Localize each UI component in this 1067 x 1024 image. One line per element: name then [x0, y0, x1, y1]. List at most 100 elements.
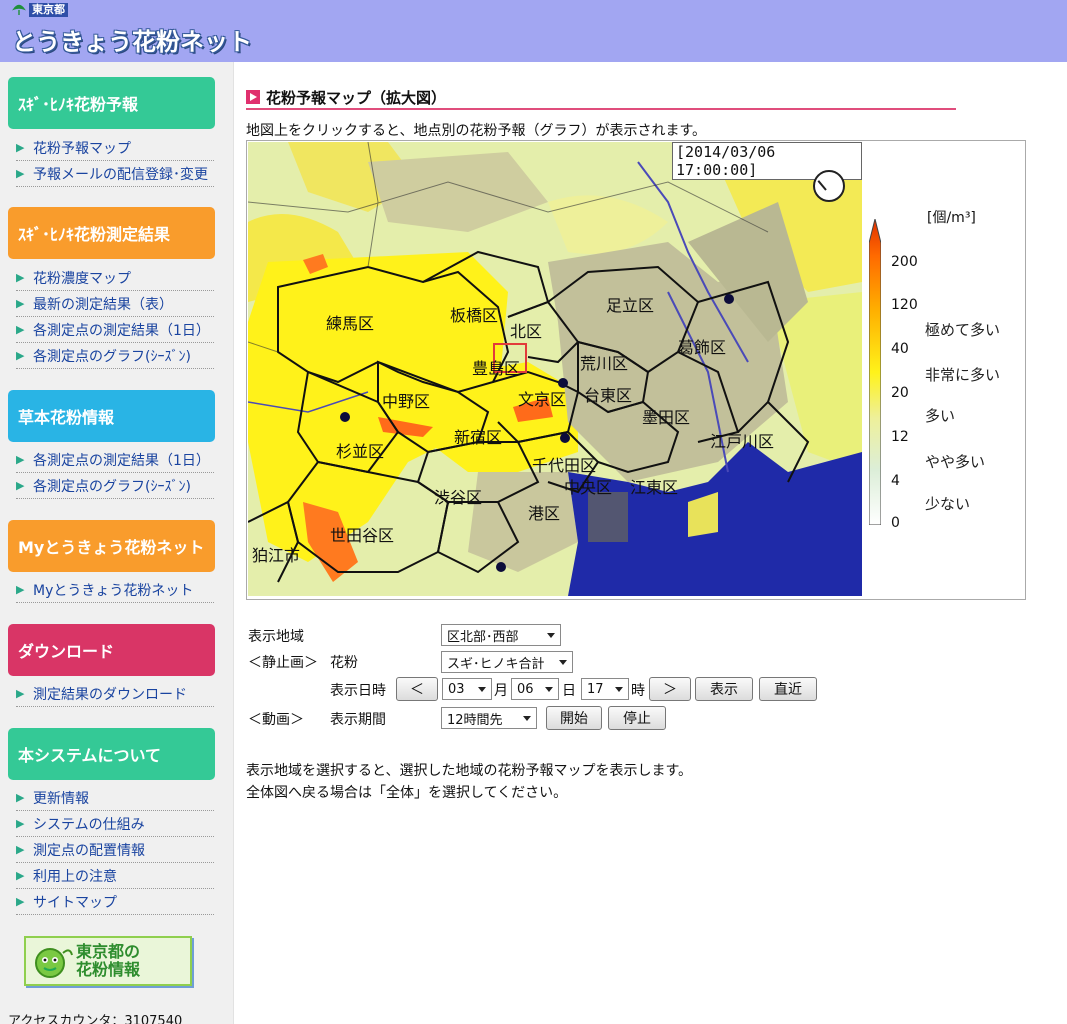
start-button[interactable]: 開始: [546, 706, 602, 730]
sidebar-link-season-graph[interactable]: ▶ 各測定点のグラフ(ｼｰｽﾞﾝ): [16, 343, 214, 369]
ward-label-shinjuku[interactable]: 新宿区: [454, 424, 502, 448]
compass-icon: [813, 170, 845, 202]
ward-label-edogawa[interactable]: 江戸川区: [710, 428, 774, 452]
section-header-herb: 草本花粉情報: [8, 390, 215, 442]
period-label: 表示期間: [330, 712, 386, 728]
site-header: 東京都 とうきょう花粉ネット: [0, 0, 1067, 62]
site-title[interactable]: とうきょう花粉ネット: [12, 22, 252, 57]
triangle-right-icon: ▶: [16, 895, 25, 908]
sidebar-link-download[interactable]: ▶ 測定結果のダウンロード: [16, 681, 214, 707]
sidebar-link-station-layout[interactable]: ▶ 測定点の配置情報: [16, 837, 214, 863]
ward-label-kita[interactable]: 北区: [510, 318, 542, 342]
day-unit: 日: [562, 683, 576, 699]
hour-select[interactable]: 17: [581, 678, 629, 700]
section-header-measurement: ｽｷﾞ･ﾋﾉｷ花粉測定結果: [8, 207, 215, 259]
ward-label-suginami[interactable]: 杉並区: [336, 438, 384, 462]
sidebar-link-my[interactable]: ▶ Myとうきょう花粉ネット: [16, 577, 214, 603]
section-header-about: 本システムについて: [8, 728, 215, 780]
ward-label-sumida[interactable]: 墨田区: [642, 404, 690, 428]
tokyo-pollen-info-banner[interactable]: 東京都の 花粉情報: [24, 936, 192, 986]
tokyo-label: 東京都: [29, 3, 68, 17]
sidebar-link-herb-daily[interactable]: ▶ 各測定点の測定結果（1日）: [16, 447, 214, 473]
chevron-down-icon: [547, 633, 555, 638]
chevron-down-icon: [615, 687, 623, 692]
tokyo-badge: 東京都: [12, 2, 68, 18]
ward-label-adachi[interactable]: 足立区: [606, 292, 654, 316]
next-time-button[interactable]: ＞: [649, 677, 691, 701]
period-select[interactable]: 12時間先: [441, 707, 537, 729]
chevron-down-icon: [559, 660, 567, 665]
ward-label-nakano[interactable]: 中野区: [382, 388, 430, 412]
note-line-1: 表示地域を選択すると、選択した地域の花粉予報マップを表示します。: [246, 763, 693, 779]
chevron-down-icon: [523, 716, 531, 721]
sidebar-link-updates[interactable]: ▶ 更新情報: [16, 785, 214, 811]
month-select[interactable]: 03: [442, 678, 492, 700]
chevron-down-icon: [545, 687, 553, 692]
triangle-right-icon: ▶: [16, 349, 25, 362]
sidebar-link-forecast-map[interactable]: ▶ 花粉予報マップ: [16, 135, 214, 161]
ward-label-arakawa[interactable]: 荒川区: [580, 350, 628, 374]
forecast-map[interactable]: [2014/03/06 17:00:00] 練馬区 板橋区 北区 足立区 葛飾区…: [247, 141, 862, 596]
triangle-right-icon: ▶: [16, 687, 25, 700]
ward-label-shibuya[interactable]: 渋谷区: [434, 484, 482, 508]
ward-label-chiyoda[interactable]: 千代田区: [532, 452, 596, 476]
legend-tick: 200: [891, 254, 918, 270]
triangle-right-icon: ▶: [16, 323, 25, 336]
measurement-station[interactable]: [496, 562, 506, 572]
triangle-right-icon: ▶: [16, 817, 25, 830]
triangle-right-icon: ▶: [16, 869, 25, 882]
measurement-station[interactable]: [724, 294, 734, 304]
access-counter: アクセスカウンタ：3107540: [8, 1014, 183, 1024]
legend-tick: 120: [891, 297, 918, 313]
sidebar-link-terms[interactable]: ▶ 利用上の注意: [16, 863, 214, 889]
triangle-right-icon: ▶: [16, 297, 25, 310]
ginkgo-leaf-icon: [12, 4, 26, 15]
map-legend: [個/m³] 200 120 40 20 12 4 0 極めて多い 非常に多い …: [865, 189, 1025, 589]
anim-label: ＜動画＞: [248, 712, 304, 728]
legend-level-moderate: やや多い: [925, 453, 986, 471]
ward-label-taito[interactable]: 台東区: [584, 382, 632, 406]
ward-label-setagaya[interactable]: 世田谷区: [330, 522, 394, 546]
latest-button[interactable]: 直近: [759, 677, 817, 701]
ward-label-chuo[interactable]: 中央区: [564, 474, 612, 498]
ward-label-toshima[interactable]: 豊島区: [472, 355, 520, 379]
section-header-forecast: ｽｷﾞ･ﾋﾉｷ花粉予報: [8, 77, 215, 129]
ward-label-koto[interactable]: 江東区: [630, 474, 678, 498]
sidebar-link-system[interactable]: ▶ システムの仕組み: [16, 811, 214, 837]
note-line-2: 全体図へ戻る場合は「全体」を選択してください。: [246, 785, 568, 801]
ward-label-nerima[interactable]: 練馬区: [326, 310, 374, 334]
sidebar-link-herb-season[interactable]: ▶ 各測定点のグラフ(ｼｰｽﾞﾝ): [16, 473, 214, 499]
legend-level-high: 多い: [925, 407, 956, 425]
sidebar-link-daily-results[interactable]: ▶ 各測定点の測定結果（1日）: [16, 317, 214, 343]
pollen-mascot-icon: [35, 948, 73, 978]
pollen-label: 花粉: [330, 655, 358, 671]
legend-tick: 20: [891, 385, 909, 401]
legend-level-very-high: 非常に多い: [925, 366, 1001, 384]
ward-label-komae[interactable]: 狛江市: [252, 542, 300, 566]
static-label: ＜静止画＞: [248, 655, 318, 671]
triangle-right-icon: ▶: [16, 167, 25, 180]
banner-text: 東京都の 花粉情報: [76, 942, 141, 979]
measurement-station[interactable]: [340, 412, 350, 422]
ward-label-itabashi[interactable]: 板橋区: [450, 302, 498, 326]
triangle-right-icon: ▶: [16, 479, 25, 492]
section-header-my: Myとうきょう花粉ネット: [8, 520, 215, 572]
show-button[interactable]: 表示: [695, 677, 753, 701]
ward-label-katsushika[interactable]: 葛飾区: [678, 334, 726, 358]
ward-label-minato[interactable]: 港区: [528, 500, 560, 524]
sidebar-link-concentration-map[interactable]: ▶ 花粉濃度マップ: [16, 265, 214, 291]
main-content: 花粉予報マップ（拡大図） 地図上をクリックすると、地点別の花粉予報（グラフ）が表…: [246, 62, 1056, 1024]
pollen-select[interactable]: スギ･ヒノキ合計: [441, 651, 573, 673]
sidebar-link-sitemap[interactable]: ▶ サイトマップ: [16, 889, 214, 915]
day-select[interactable]: 06: [511, 678, 559, 700]
measurement-station[interactable]: [560, 433, 570, 443]
prev-time-button[interactable]: ＜: [396, 677, 438, 701]
title-marker-icon: [246, 90, 260, 104]
area-select[interactable]: 区北部･西部: [441, 624, 561, 646]
chevron-down-icon: [478, 687, 486, 692]
ward-label-bunkyo[interactable]: 文京区: [518, 386, 566, 410]
sidebar-link-mail-register[interactable]: ▶ 予報メールの配信登録･変更: [16, 161, 214, 187]
legend-level-extreme: 極めて多い: [925, 321, 1001, 339]
sidebar-link-latest-table[interactable]: ▶ 最新の測定結果（表）: [16, 291, 214, 317]
stop-button[interactable]: 停止: [608, 706, 666, 730]
